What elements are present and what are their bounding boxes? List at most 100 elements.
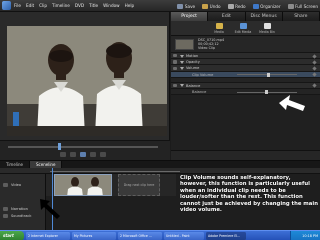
media-bin-icon [263,23,271,29]
arrow-pointer-icon [40,199,60,219]
effect-label: Motion [186,54,199,58]
triangle-icon[interactable] [180,66,184,70]
eye-icon[interactable] [173,54,177,58]
panel-tabs: Project Edit Disc Menus Share [171,12,320,21]
video-track-lane: Drag next clip here [46,174,176,196]
arrow-pointer-icon [279,95,305,111]
menu-title[interactable]: Title [89,3,98,8]
keyframe-icon[interactable] [312,83,317,88]
menu-help[interactable]: Help [125,3,135,8]
fullscreen-button[interactable]: Full Screen [287,3,318,9]
effect-label: Balance [186,83,201,88]
drop-zone[interactable]: Drag next clip here [118,174,160,196]
track-label-video: Video [11,183,22,187]
save-button[interactable]: Save [177,3,196,9]
tab-sceneline[interactable]: Sceneline [30,161,63,168]
panel-footer [171,150,320,160]
menu-edit[interactable]: Edit [26,3,34,8]
tab-disc-menus[interactable]: Disc Menus [245,12,283,21]
triangle-icon[interactable] [180,84,184,88]
soundtrack-track-icon [3,214,8,218]
clip-thumbnail-image [55,175,111,195]
eye-icon[interactable] [173,66,177,70]
clip-volume-slider-handle[interactable] [267,72,270,77]
drop-zone-label: Drag next clip here [123,183,155,187]
menu-dvd[interactable]: DVD [75,3,84,8]
play-button[interactable] [80,152,86,157]
task-panel: Project Edit Disc Menus Share Media Edit… [171,12,320,160]
taskbar-item-pictures[interactable]: My Pictures [72,231,116,240]
save-label: Save [184,3,196,9]
balance-slider-handle[interactable] [265,90,268,95]
track-label-narration: Narration [11,207,28,211]
tutorial-caption: Clip Volume sounds self-explanatory, how… [180,175,318,214]
keyframe-icon[interactable] [312,60,317,65]
scrub-bar[interactable] [8,146,158,148]
timeline-clip[interactable] [54,174,112,196]
system-tray: 10:18 PM [290,231,320,240]
tab-share[interactable]: Share [282,12,320,21]
menu-clip[interactable]: Clip [39,3,47,8]
subtab-media-label: Media [214,30,224,34]
organizer-label: Organizer [260,3,281,9]
effect-label: Clip Volume [192,72,214,77]
menu-file[interactable]: File [14,3,21,8]
subtab-media-bin-label: Media Bin [259,30,275,34]
step-forward-button[interactable] [90,152,96,157]
panel-subtabs: Media Edit Media Media Bin [171,21,320,36]
taskbar-item-premiere[interactable]: Adobe Premiere El... [206,231,246,240]
subtab-edit-media[interactable]: Edit Media [231,21,255,35]
subtab-media-bin[interactable]: Media Bin [255,21,279,35]
track-label-soundtrack: Soundtrack [11,214,32,218]
monitor-panel [0,12,170,160]
narration-track-icon [3,207,8,211]
effect-label: Opacity [186,60,200,65]
start-button[interactable]: start [0,230,24,240]
undo-button[interactable]: Undo [202,3,221,9]
timeline-tabs: Timeline Sceneline [0,160,320,168]
redo-label: Redo [235,3,246,9]
menu-bar: File Edit Clip Timeline DVD Title Window… [0,0,320,12]
menu-timeline[interactable]: Timeline [52,3,70,8]
undo-icon [202,3,209,9]
effect-label: Volume [186,66,200,71]
tab-project[interactable]: Project [171,12,209,21]
redo-icon [227,3,234,9]
keyframe-icon[interactable] [312,66,317,71]
organizer-icon [252,3,259,9]
triangle-icon[interactable] [180,54,184,58]
ruler-line [50,171,180,172]
taskbar-item-paint[interactable]: Untitled - Paint [164,231,204,240]
fast-forward-button[interactable] [100,152,106,157]
clock: 10:18 PM [302,234,318,238]
video-track-icon [3,183,8,187]
keyframe-icon[interactable] [312,72,317,77]
rewind-button[interactable] [60,152,66,157]
media-icon [215,23,223,29]
taskbar-item-ie[interactable]: 2 Internet Explorer [26,231,70,240]
taskbar: start 2 Internet Explorer My Pictures 2 … [0,230,320,240]
toolbar-right: Save Undo Redo Organizer Full Screen [170,1,318,11]
taskbar-item-office[interactable]: 2 Microsoft Office ... [118,231,162,240]
subtab-media[interactable]: Media [207,21,231,35]
app-logo-icon [2,1,11,10]
tab-edit[interactable]: Edit [208,12,246,21]
eye-icon[interactable] [173,84,177,88]
menu-window[interactable]: Window [103,3,120,8]
fullscreen-label: Full Screen [295,3,318,9]
effects-list: Motion Opacity Volume Clip Volume Balanc… [171,53,320,96]
step-back-button[interactable] [70,152,76,157]
tab-timeline[interactable]: Timeline [0,161,31,168]
video-preview[interactable] [7,26,167,136]
triangle-icon[interactable] [180,60,184,64]
transport-bar [0,140,170,160]
clip-meta: DSC_0710.mp4 00;00;42;12 Video Clip [198,38,224,51]
organizer-button[interactable]: Organizer [252,3,281,9]
clip-type: Video Clip [198,46,215,51]
keyframe-icon[interactable] [312,53,317,59]
fullscreen-icon [287,3,294,9]
scrub-handle[interactable] [58,143,61,150]
video-frame-image [7,26,167,136]
redo-button[interactable]: Redo [227,3,246,9]
eye-icon[interactable] [173,60,177,64]
